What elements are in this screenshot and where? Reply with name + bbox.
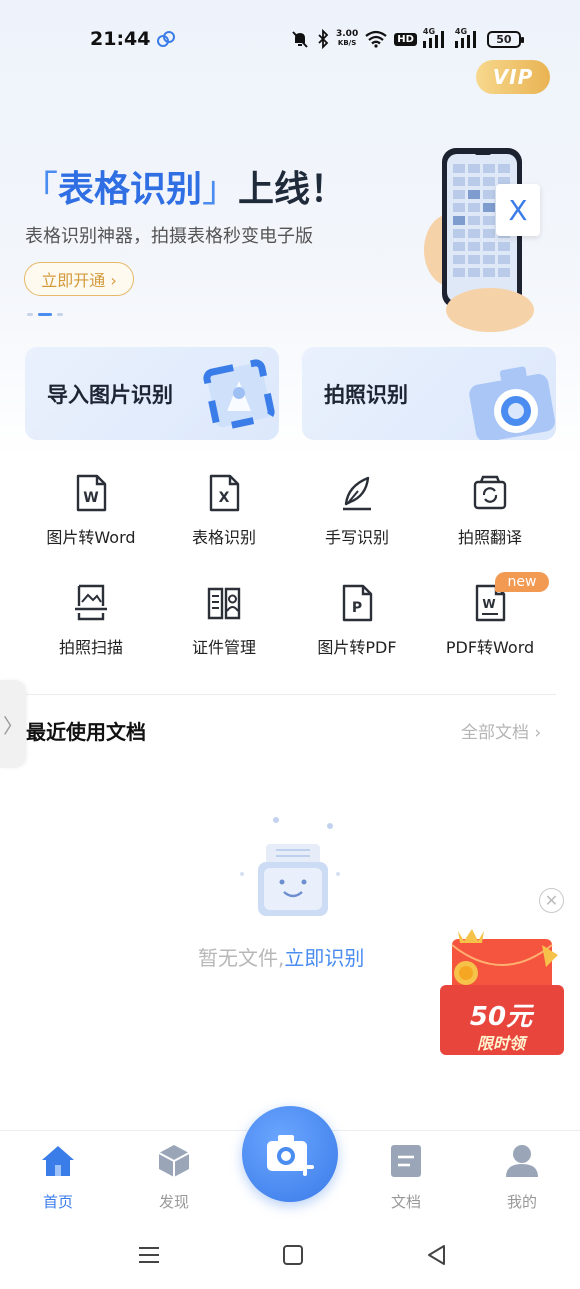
banner-highlight: 表格识别 — [58, 169, 203, 210]
profile-icon — [506, 1145, 538, 1177]
excel-doc-icon: X — [209, 474, 240, 512]
tool-photo-translate[interactable]: 拍照翻译 — [423, 474, 557, 564]
home-square-icon[interactable] — [278, 1242, 308, 1268]
camera-recognize-card[interactable]: 拍照识别 — [302, 347, 556, 440]
side-drawer-tab[interactable]: 〉 — [0, 680, 26, 768]
excel-badge-letter: X — [508, 193, 528, 227]
tool-image-to-word[interactable]: W 图片转Word — [24, 474, 158, 564]
tool-photo-scan[interactable]: 拍照扫描 — [24, 584, 158, 674]
nav-profile[interactable]: 我的 — [482, 1143, 562, 1212]
discover-cube-icon — [158, 1145, 190, 1177]
tool-id-management[interactable]: 证件管理 — [157, 584, 291, 674]
nav-home-label: 首页 — [42, 1193, 73, 1211]
tool-label: 图片转PDF — [317, 638, 397, 657]
camera-plus-icon — [267, 1135, 314, 1176]
tool-label: 表格识别 — [191, 528, 256, 547]
signal-1: 4G — [422, 27, 449, 49]
pdf-doc-icon: P — [342, 584, 373, 622]
signal-2: 4G — [454, 27, 481, 49]
import-image-label: 导入图片识别 — [47, 383, 173, 407]
signal-bars-icon — [422, 31, 444, 48]
status-icons: 3.00 KB/S HD 4G 4G 50 — [290, 26, 524, 52]
activate-now-button[interactable]: 立即开通 › — [24, 262, 134, 296]
speed-unit: KB/S — [337, 39, 357, 47]
nav-discover-label: 发现 — [158, 1193, 189, 1211]
empty-state-message: 暂无文件, — [198, 946, 285, 970]
new-badge: new — [495, 572, 549, 592]
nav-documents[interactable]: 文档 — [366, 1143, 446, 1212]
system-navigation-bar — [0, 1222, 580, 1289]
mute-bell-icon — [292, 31, 308, 48]
sync-icon — [157, 31, 175, 47]
all-documents-link[interactable]: 全部文档 › — [461, 718, 541, 743]
battery-level: 50 — [496, 32, 512, 46]
tool-label: 拍照翻译 — [457, 528, 522, 547]
document-icon — [391, 1145, 421, 1177]
home-icon — [42, 1146, 74, 1176]
carousel-dot — [27, 313, 33, 316]
section-divider — [26, 694, 556, 695]
excel-badge: X — [496, 184, 540, 236]
camera-capture-button[interactable] — [242, 1106, 338, 1202]
nav-home[interactable]: 首页 — [18, 1143, 98, 1212]
import-image-card[interactable]: 导入图片识别 — [25, 347, 279, 440]
battery-indicator: 50 — [486, 30, 524, 48]
recent-docs-title: 最近使用文档 — [26, 720, 146, 744]
bracket-close: 」 — [202, 169, 239, 210]
tool-label: 拍照扫描 — [58, 638, 123, 657]
close-promo-button[interactable]: ✕ — [539, 888, 564, 913]
camera-icon — [469, 366, 556, 440]
svg-text:W: W — [482, 597, 495, 611]
tool-pdf-to-word[interactable]: W PDF转Word — [423, 584, 557, 674]
recognize-now-link[interactable]: 立即识别 — [284, 946, 364, 970]
word-doc-icon: W — [76, 474, 107, 512]
network-speed: 3.00 KB/S — [336, 30, 358, 48]
banner-title-rest: 上线！ — [238, 169, 347, 210]
nav-discover[interactable]: 发现 — [134, 1143, 214, 1212]
tool-label: PDF转Word — [445, 638, 535, 657]
svg-text:P: P — [352, 600, 362, 616]
image-import-icon — [203, 359, 275, 431]
vip-label: VIP — [492, 65, 534, 89]
id-card-book-icon — [207, 587, 241, 620]
camera-recognize-label: 拍照识别 — [324, 383, 408, 407]
phone-spreadsheet-illustration — [424, 148, 534, 332]
carousel-dot — [57, 313, 63, 316]
tool-label: 手写识别 — [324, 528, 389, 547]
camera-translate-icon — [473, 475, 507, 510]
promo-amount: 50元 — [469, 1002, 533, 1032]
nav-profile-label: 我的 — [506, 1193, 537, 1211]
speed-value: 3.00 — [336, 29, 359, 39]
menu-icon[interactable] — [134, 1242, 164, 1268]
back-triangle-icon[interactable] — [422, 1242, 452, 1268]
tool-label: 图片转Word — [46, 528, 136, 547]
hd-badge: HD — [394, 32, 417, 46]
promo-subtitle: 限时领 — [476, 1034, 525, 1053]
signal-bars-icon — [454, 31, 476, 48]
bluetooth-icon — [318, 29, 329, 49]
banner-title: 「表格识别」上线！ — [22, 160, 346, 212]
carousel-dot-active — [38, 313, 52, 316]
svg-text:X: X — [219, 490, 230, 506]
bracket-open: 「 — [22, 169, 59, 210]
svg-text:W: W — [83, 490, 98, 506]
tool-table-recognition[interactable]: X 表格识别 — [157, 474, 291, 564]
nav-documents-label: 文档 — [390, 1193, 421, 1211]
empty-document-illustration — [240, 817, 340, 916]
quill-icon — [343, 476, 371, 511]
carousel-dots — [27, 313, 63, 316]
vip-button[interactable]: VIP — [476, 60, 550, 94]
empty-state-text: 暂无文件,立即识别 — [198, 942, 364, 971]
tool-label: 证件管理 — [191, 638, 256, 657]
tool-image-to-pdf[interactable]: P 图片转PDF — [290, 584, 424, 674]
scan-image-icon — [75, 584, 107, 621]
banner-subtitle: 表格识别神器，拍摄表格秒变电子版 — [25, 226, 313, 247]
tool-handwriting-recognition[interactable]: 手写识别 — [290, 474, 424, 564]
wifi-icon — [365, 30, 387, 48]
status-time: 21:44 — [90, 28, 151, 50]
